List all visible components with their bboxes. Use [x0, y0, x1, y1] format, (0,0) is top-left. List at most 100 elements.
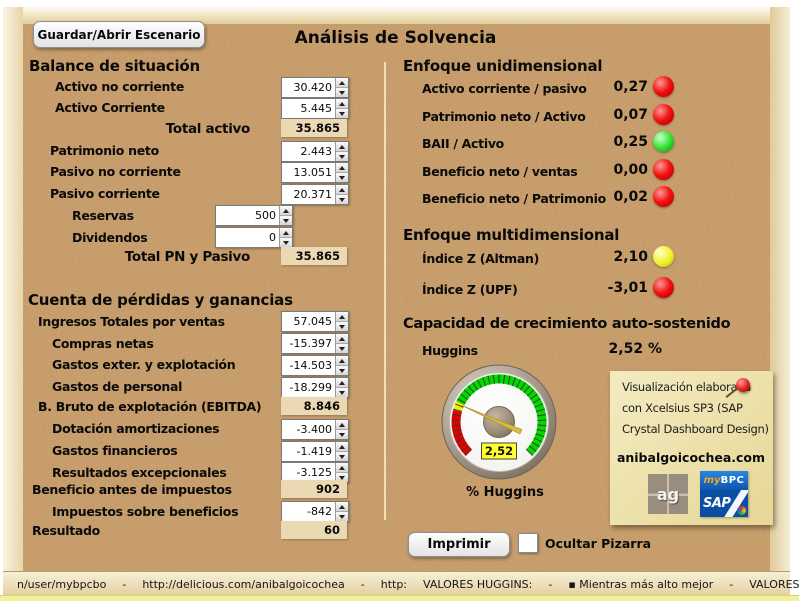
field-label: Pasivo corriente: [50, 186, 160, 201]
credits-note: [610, 371, 773, 525]
ingresos-ventas-input[interactable]: 57.045: [281, 311, 349, 332]
spinner-buttons[interactable]: [279, 206, 292, 225]
compras-netas-input[interactable]: -15.397: [281, 333, 349, 354]
field-label: Dividendos: [72, 230, 147, 245]
spinner-up-icon[interactable]: [336, 334, 348, 344]
spinner-up-icon[interactable]: [336, 185, 348, 195]
input-value[interactable]: 57.045: [282, 312, 335, 331]
reservas-input[interactable]: 500: [215, 205, 293, 226]
spinner-up-icon[interactable]: [336, 420, 348, 430]
spinner-down-icon[interactable]: [336, 195, 348, 204]
spinner-down-icon[interactable]: [336, 109, 348, 118]
ticker-segment: http://delicious.com/anibalgoicochea: [142, 578, 344, 591]
ticker-separator: -: [122, 578, 126, 591]
total-label: Beneficio antes de impuestos: [32, 482, 232, 497]
spinner-buttons[interactable]: [335, 78, 348, 97]
spinner-buttons[interactable]: [279, 228, 292, 247]
spinner-buttons[interactable]: [335, 378, 348, 397]
gauge-caption: % Huggins: [462, 485, 548, 500]
spinner-down-icon[interactable]: [280, 238, 292, 247]
spinner-down-icon[interactable]: [336, 430, 348, 439]
spinner-down-icon[interactable]: [336, 88, 348, 97]
spinner-up-icon[interactable]: [336, 442, 348, 452]
spinner-up-icon[interactable]: [336, 163, 348, 173]
spinner-down-icon[interactable]: [280, 216, 292, 225]
spinner-up-icon[interactable]: [280, 206, 292, 216]
spinner-up-icon[interactable]: [336, 312, 348, 322]
mybpc-logo: myBPC: [700, 471, 748, 490]
input-value[interactable]: -18.299: [282, 378, 335, 397]
gauge-zone-yellow: [458, 403, 461, 411]
input-value[interactable]: -3.400: [282, 420, 335, 439]
input-value[interactable]: 13.051: [282, 163, 335, 182]
spinner-down-icon[interactable]: [336, 452, 348, 461]
dashboard-stage: Guardar/Abrir Escenario Análisis de Solv…: [0, 0, 799, 601]
spinner-up-icon[interactable]: [336, 142, 348, 152]
dotacion-amortizaciones-input[interactable]: -3.400: [281, 419, 349, 440]
pasivo-corriente-input[interactable]: 20.371: [281, 184, 349, 205]
spinner-up-icon[interactable]: [336, 78, 348, 88]
spinner-buttons[interactable]: [335, 163, 348, 182]
ticker-segment: VALORES :: [749, 578, 799, 591]
input-value[interactable]: -1.419: [282, 442, 335, 461]
pushpin-icon: [736, 378, 750, 392]
spinner-up-icon[interactable]: [336, 463, 348, 473]
total-label: Resultado: [32, 523, 100, 538]
input-value[interactable]: -14.503: [282, 356, 335, 375]
spinner-up-icon[interactable]: [336, 99, 348, 109]
field-label: Gastos exter. y explotación: [52, 357, 235, 372]
gastos-personal-input[interactable]: -18.299: [281, 377, 349, 398]
spinner-down-icon[interactable]: [336, 152, 348, 161]
input-value[interactable]: 500: [216, 206, 279, 225]
patrimonio-neto-input[interactable]: 2.443: [281, 141, 349, 162]
spinner-down-icon[interactable]: [336, 512, 348, 521]
input-value[interactable]: 20.371: [282, 185, 335, 204]
spinner-up-icon[interactable]: [336, 378, 348, 388]
ticker-segment: VALORES HUGGINS:: [423, 578, 532, 591]
spinner-buttons[interactable]: [335, 185, 348, 204]
input-value[interactable]: -15.397: [282, 334, 335, 353]
input-value[interactable]: 2.443: [282, 142, 335, 161]
field-label: Activo no corriente: [55, 79, 184, 94]
spinner-buttons[interactable]: [335, 356, 348, 375]
spinner-buttons[interactable]: [335, 334, 348, 353]
spinner-buttons[interactable]: [335, 142, 348, 161]
spinner-buttons[interactable]: [335, 442, 348, 461]
gastos-financieros-input[interactable]: -1.419: [281, 441, 349, 462]
field-label: Gastos de personal: [52, 379, 182, 394]
input-value[interactable]: -842: [282, 502, 335, 521]
spinner-buttons[interactable]: [335, 312, 348, 331]
spinner-buttons[interactable]: [335, 420, 348, 439]
spinner-up-icon[interactable]: [336, 356, 348, 366]
spinner-buttons[interactable]: [335, 99, 348, 118]
spinner-down-icon[interactable]: [336, 366, 348, 375]
page-title: Análisis de Solvencia: [278, 28, 513, 48]
activo-corriente-input[interactable]: 5.445: [281, 98, 349, 119]
input-value[interactable]: 30.420: [282, 78, 335, 97]
input-value[interactable]: 0: [216, 228, 279, 247]
spinner-up-icon[interactable]: [280, 228, 292, 238]
spinner-down-icon[interactable]: [336, 173, 348, 182]
impuestos-beneficios-input[interactable]: -842: [281, 501, 349, 522]
note-line: Crystal Dashboard Design): [622, 422, 769, 436]
status-light: [653, 246, 674, 267]
save-open-scenario-button[interactable]: Guardar/Abrir Escenario: [33, 21, 205, 48]
hide-board-checkbox[interactable]: [518, 533, 538, 553]
status-light: [653, 159, 674, 180]
spinner-down-icon[interactable]: [336, 344, 348, 353]
pasivo-no-corriente-input[interactable]: 13.051: [281, 162, 349, 183]
spinner-down-icon[interactable]: [336, 322, 348, 331]
ratio-value: -3,01: [560, 280, 648, 296]
input-value[interactable]: 5.445: [282, 99, 335, 118]
hide-board-checkbox-label: Ocultar Pizarra: [545, 536, 651, 551]
spinner-down-icon[interactable]: [336, 388, 348, 397]
spinner-buttons[interactable]: [335, 502, 348, 521]
activo-no-corriente-input[interactable]: 30.420: [281, 77, 349, 98]
spinner-up-icon[interactable]: [336, 502, 348, 512]
gastos-exter-input[interactable]: -14.503: [281, 355, 349, 376]
status-light: [653, 131, 674, 152]
dividendos-input[interactable]: 0: [215, 227, 293, 248]
sap-logo: SAP: [700, 490, 748, 517]
total-label: Total activo: [120, 121, 250, 137]
print-button[interactable]: Imprimir: [408, 532, 510, 557]
